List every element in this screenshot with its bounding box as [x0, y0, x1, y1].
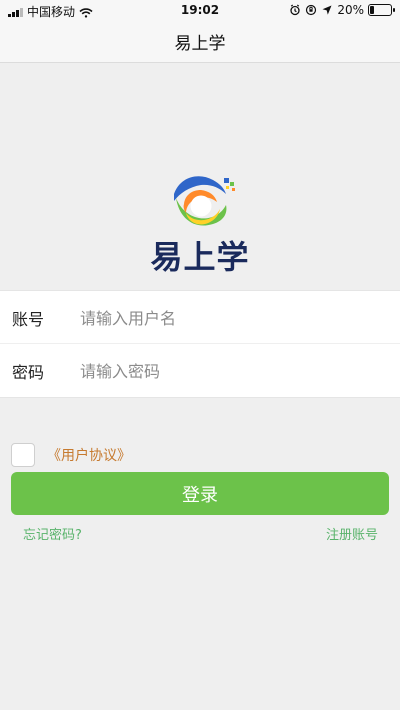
login-button[interactable]: 登录	[11, 472, 389, 515]
password-row: 密码	[0, 344, 400, 396]
account-label: 账号	[12, 310, 45, 329]
battery-percent: 20%	[337, 3, 364, 17]
nav-title: 易上学	[174, 33, 226, 54]
nav-bar: 易上学	[0, 20, 400, 63]
forgot-password-link[interactable]: 忘记密码?	[23, 524, 82, 543]
alarm-icon	[289, 4, 301, 16]
logo: 易上学	[0, 170, 400, 280]
status-bar: 中国移动 19:02 20%	[0, 0, 400, 20]
agreement-row: 《用户协议》	[11, 443, 131, 467]
logo-mark-icon	[164, 170, 238, 240]
status-right: 20%	[289, 3, 395, 17]
password-label: 密码	[12, 363, 45, 382]
login-form: 账号 密码	[0, 290, 400, 398]
rotation-lock-icon	[305, 4, 317, 16]
logo-text: 易上学	[150, 238, 250, 276]
register-link[interactable]: 注册账号	[326, 524, 378, 543]
account-input[interactable]	[78, 301, 382, 335]
password-input[interactable]	[78, 354, 382, 388]
location-icon	[321, 4, 333, 16]
agreement-link[interactable]: 《用户协议》	[47, 445, 131, 465]
account-row: 账号	[0, 291, 400, 344]
battery-icon	[368, 4, 395, 16]
agreement-checkbox[interactable]	[11, 443, 35, 467]
login-button-label: 登录	[182, 484, 218, 506]
